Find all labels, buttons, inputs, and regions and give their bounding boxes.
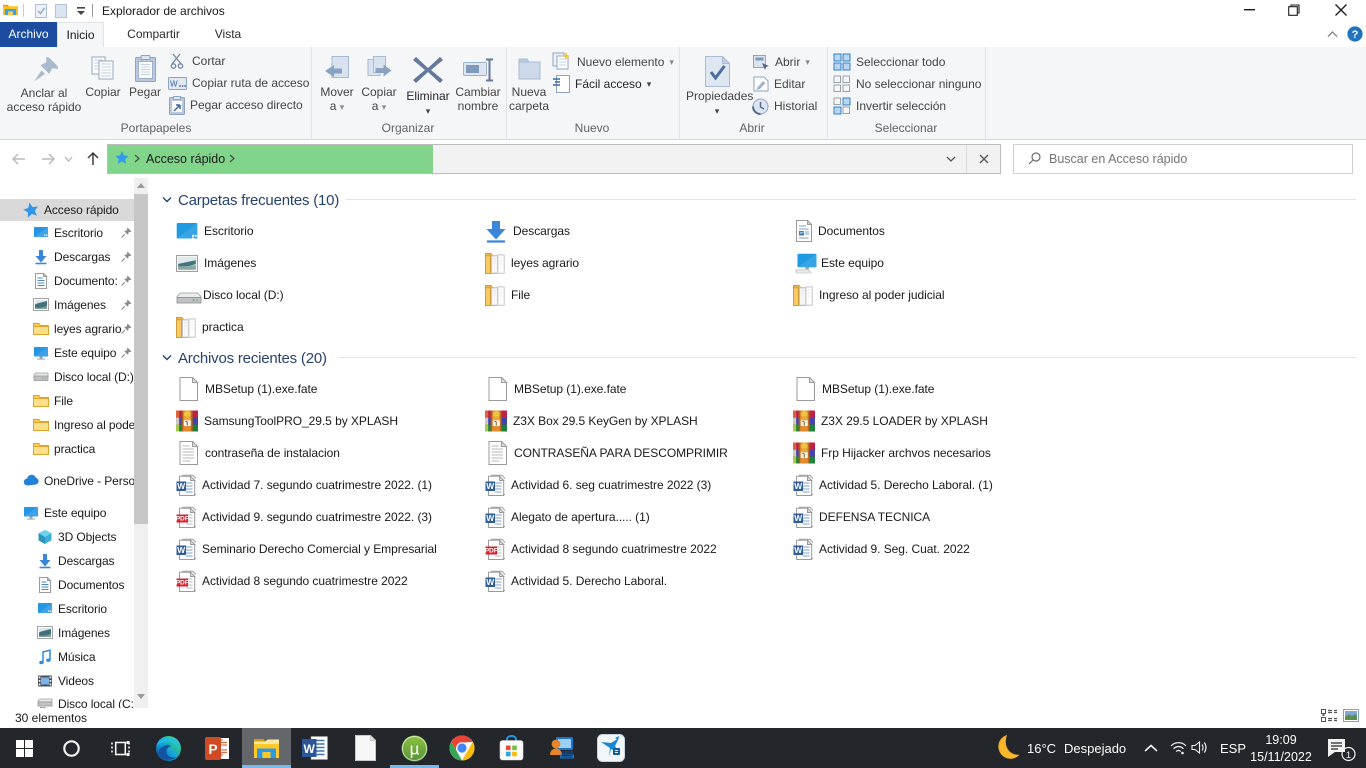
svg-text:W: W	[304, 742, 316, 756]
svg-text:P: P	[208, 742, 217, 757]
svg-text:W: W	[170, 79, 178, 88]
svg-text:1: 1	[1346, 750, 1351, 761]
svg-text:µ: µ	[410, 739, 420, 758]
svg-text:?: ?	[1352, 29, 1359, 41]
